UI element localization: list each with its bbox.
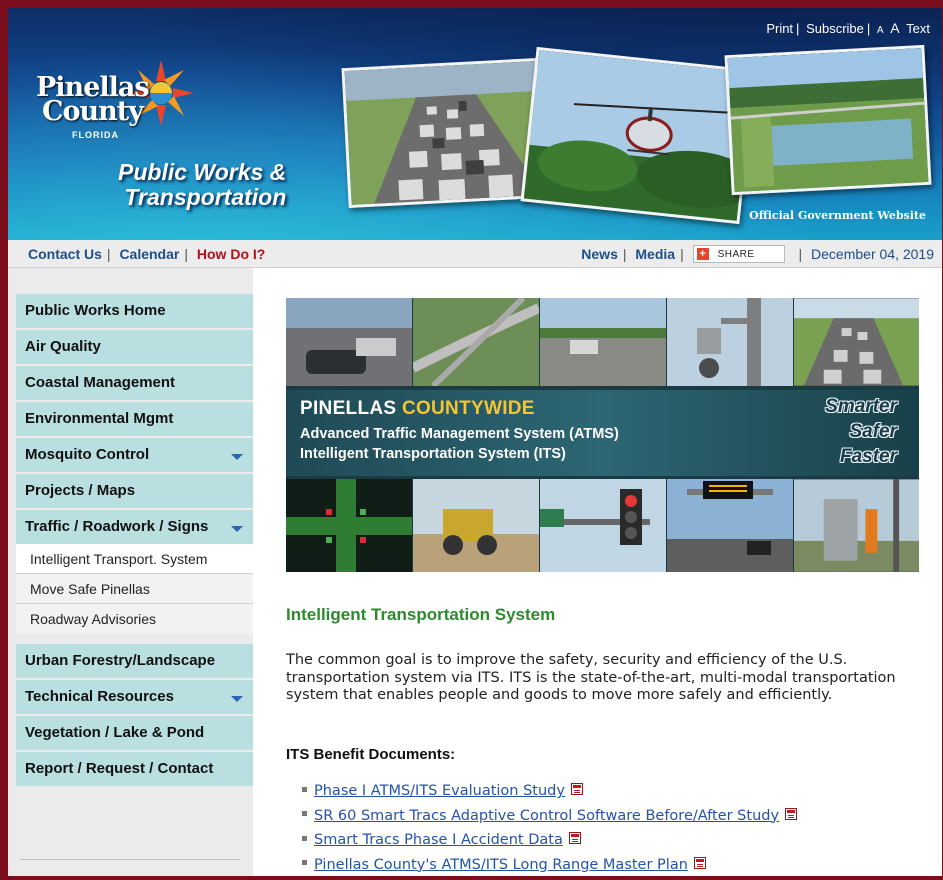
banner-photo-camera	[667, 298, 793, 386]
menu-item-report-request[interactable]: Report / Request / Contact	[16, 752, 253, 786]
banner-title-countywide: COUNTYWIDE	[401, 398, 535, 419]
current-date: December 04, 2019	[811, 246, 934, 262]
banner-title-band: PINELLAS COUNTYWIDE Advanced Traffic Man…	[286, 390, 919, 476]
banner-its-line: Intelligent Transportation System (ITS)	[300, 446, 566, 462]
sidebar-menu: Public Works Home Air Quality Coastal Ma…	[16, 294, 253, 788]
menu-item-urban-forestry[interactable]: Urban Forestry/Landscape	[16, 644, 253, 678]
list-item: SR 60 Smart Tracs Adaptive Control Softw…	[302, 807, 798, 833]
share-button[interactable]: + SHARE	[692, 245, 785, 264]
banner-photo-intersection	[540, 298, 666, 386]
pdf-icon	[785, 807, 798, 820]
slogan-faster: Faster	[839, 446, 897, 467]
submenu-item-its[interactable]: Intelligent Transport. System	[16, 544, 253, 574]
banner-photo-traffic-light	[540, 479, 666, 572]
expand-arrow-icon[interactable]	[231, 526, 243, 532]
calendar-link[interactable]: Calendar	[119, 246, 179, 262]
media-link[interactable]: Media	[635, 246, 675, 262]
menu-item-coastal-management[interactable]: Coastal Management	[16, 366, 253, 400]
submenu-item-move-safe[interactable]: Move Safe Pinellas	[16, 574, 253, 604]
text-size-label: Text	[906, 21, 930, 36]
banner-photo-aerial	[413, 298, 539, 386]
traffic-photo	[341, 57, 545, 209]
department-title: Public Works & Transportation	[118, 159, 287, 210]
pdf-icon	[568, 832, 581, 844]
banner-photo-traffic	[794, 298, 919, 386]
expand-arrow-icon[interactable]	[231, 696, 243, 702]
menu-item-public-works-home[interactable]: Public Works Home	[16, 294, 253, 328]
divider	[20, 859, 240, 860]
doc-link-sr60-study[interactable]: SR 60 Smart Tracs Adaptive Control Softw…	[314, 808, 779, 824]
doc-link-master-plan[interactable]: Pinellas County's ATMS/ITS Long Range Ma…	[314, 857, 688, 873]
menu-item-air-quality[interactable]: Air Quality	[16, 330, 253, 364]
sidebar: Public Works Home Air Quality Coastal Ma…	[8, 268, 253, 876]
menu-item-vegetation[interactable]: Vegetation / Lake & Pond	[16, 716, 253, 750]
docs-heading: ITS Benefit Documents:	[286, 746, 456, 763]
menu-item-mosquito-control[interactable]: Mosquito Control	[16, 438, 253, 472]
county-logo[interactable]: Pinellas County FLORIDA	[36, 60, 194, 148]
banner-photo-construction	[413, 479, 539, 572]
page-title: Intelligent Transportation System	[286, 605, 556, 624]
banner-photo-signal-map	[286, 479, 412, 572]
expand-arrow-icon[interactable]	[231, 454, 243, 460]
news-link[interactable]: News	[581, 246, 618, 262]
menu-item-technical-resources[interactable]: Technical Resources	[16, 680, 253, 714]
helicopter-photo	[520, 46, 756, 225]
slogan-smarter: Smarter	[825, 396, 897, 417]
list-item: Phase I ATMS/ITS Evaluation Study	[302, 783, 797, 808]
plus-icon: +	[696, 248, 709, 261]
contact-us-link[interactable]: Contact Us	[28, 246, 102, 262]
slogan-safer: Safer	[849, 421, 897, 442]
logo-state: FLORIDA	[72, 130, 119, 140]
main-content: PINELLAS COUNTYWIDE Advanced Traffic Man…	[258, 268, 942, 876]
list-item: Pinellas County's ATMS/ITS Long Range Ma…	[302, 856, 797, 877]
banner-photo-cabinet	[794, 479, 919, 572]
site-header: Print | Subscribe | A A Text Pinellas Co…	[8, 8, 942, 240]
top-nav: Contact Us | Calendar | How Do I? News | Me…	[8, 240, 942, 268]
pdf-icon	[693, 856, 706, 869]
utility-links: Print | Subscribe | A A Text	[766, 20, 930, 36]
banner-photo-road	[286, 298, 412, 386]
text-larger-button[interactable]: A	[890, 20, 899, 36]
page-frame: Print | Subscribe | A A Text Pinellas Co…	[8, 8, 942, 876]
banner-photo-message-sign	[667, 479, 793, 572]
text-smaller-button[interactable]: A	[877, 25, 884, 36]
landscape-photo	[724, 44, 932, 196]
doc-link-phase-1-study[interactable]: Phase I ATMS/ITS Evaluation Study	[314, 783, 565, 799]
document-list: Phase I ATMS/ITS Evaluation Study SR 60 …	[302, 783, 798, 877]
banner-title-pinellas: PINELLAS	[300, 398, 402, 419]
pdf-icon	[570, 783, 583, 795]
its-banner: PINELLAS COUNTYWIDE Advanced Traffic Man…	[286, 298, 919, 572]
print-link[interactable]: Print	[766, 21, 793, 36]
doc-link-accident-data[interactable]: Smart Tracs Phase I Accident Data	[314, 832, 563, 848]
menu-item-environmental-mgmt[interactable]: Environmental Mgmt	[16, 402, 253, 436]
official-site-label: Official Government Website	[749, 209, 926, 222]
banner-atms-line: Advanced Traffic Management System (ATMS…	[300, 426, 619, 442]
logo-county: County	[42, 96, 144, 127]
list-item: Smart Tracs Phase I Accident Data	[302, 832, 797, 857]
menu-item-traffic-roadwork-signs[interactable]: Traffic / Roadwork / Signs	[16, 510, 253, 544]
how-do-i-link[interactable]: How Do I?	[197, 246, 265, 262]
intro-paragraph: The common goal is to improve the safety…	[286, 652, 896, 703]
traffic-submenu: Intelligent Transport. System Move Safe …	[16, 544, 253, 634]
menu-item-projects-maps[interactable]: Projects / Maps	[16, 474, 253, 508]
submenu-item-roadway-advisories[interactable]: Roadway Advisories	[16, 604, 253, 634]
subscribe-link[interactable]: Subscribe	[806, 21, 864, 36]
